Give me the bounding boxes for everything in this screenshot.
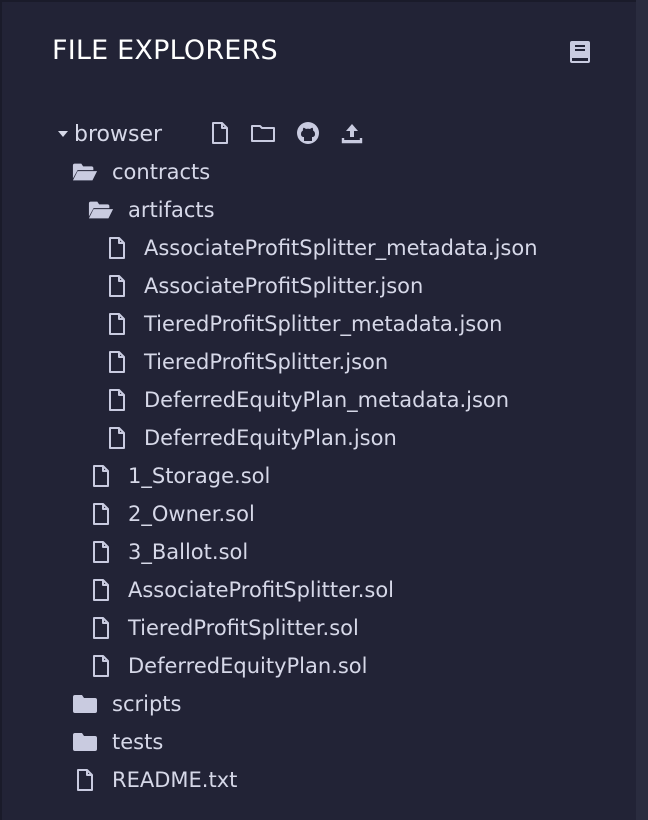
tree-item-label: tests	[112, 730, 164, 754]
tree-file[interactable]: 3_Ballot.sol	[88, 537, 248, 567]
tree-item-label: TieredProfitSplitter.json	[144, 350, 389, 374]
folder-icon	[72, 694, 98, 714]
new-folder-icon[interactable]	[250, 123, 276, 143]
tree-file[interactable]: DeferredEquityPlan.json	[104, 423, 397, 453]
tree-root-browser[interactable]: browser	[56, 119, 162, 149]
panel-title: FILE EXPLORERS	[52, 35, 278, 66]
tree-item-label: AssociateProfitSplitter_metadata.json	[144, 236, 538, 260]
tree-file[interactable]: 1_Storage.sol	[88, 461, 270, 491]
tree-folder[interactable]: contracts	[72, 157, 210, 187]
tree-item-label: AssociateProfitSplitter.sol	[128, 578, 394, 602]
file-icon	[104, 236, 130, 260]
tree-item-label: contracts	[112, 160, 211, 184]
tree-file[interactable]: TieredProfitSplitter.sol	[88, 613, 359, 643]
tree-item-label: DeferredEquityPlan.json	[144, 426, 397, 450]
file-icon	[88, 464, 114, 488]
tree-file[interactable]: DeferredEquityPlan.sol	[88, 651, 367, 681]
tree-file[interactable]: README.txt	[72, 765, 237, 795]
tree-file[interactable]: AssociateProfitSplitter_metadata.json	[104, 233, 538, 263]
file-icon	[88, 578, 114, 602]
tree-item-label: TieredProfitSplitter_metadata.json	[144, 312, 503, 336]
new-file-icon[interactable]	[210, 121, 230, 145]
file-icon	[88, 540, 114, 564]
upload-icon[interactable]	[340, 121, 364, 145]
file-icon	[88, 616, 114, 640]
file-icon	[104, 312, 130, 336]
tree-item-label: AssociateProfitSplitter.json	[144, 274, 424, 298]
file-icon	[88, 502, 114, 526]
file-explorer-panel: FILE EXPLORERS browser contracts artifac…	[0, 0, 636, 820]
tree-folder[interactable]: tests	[72, 727, 163, 757]
tree-item-label: artifacts	[128, 198, 215, 222]
tree-item-label: 2_Owner.sol	[128, 502, 255, 526]
tree-root-label: browser	[74, 121, 163, 147]
book-icon[interactable]	[568, 40, 592, 66]
folder-open-icon	[72, 162, 98, 182]
caret-down-icon[interactable]	[56, 127, 70, 141]
github-icon[interactable]	[296, 121, 320, 145]
panel-divider[interactable]	[636, 0, 648, 820]
tree-file[interactable]: TieredProfitSplitter_metadata.json	[104, 309, 502, 339]
tree-file[interactable]: DeferredEquityPlan_metadata.json	[104, 385, 509, 415]
tree-folder[interactable]: artifacts	[88, 195, 215, 225]
tree-item-label: scripts	[112, 692, 182, 716]
tree-item-label: DeferredEquityPlan_metadata.json	[144, 388, 510, 412]
tree-file[interactable]: AssociateProfitSplitter.json	[104, 271, 423, 301]
folder-open-icon	[88, 200, 114, 220]
folder-icon	[72, 732, 98, 752]
file-icon	[104, 388, 130, 412]
tree-item-label: README.txt	[112, 768, 238, 792]
tree-file[interactable]: TieredProfitSplitter.json	[104, 347, 388, 377]
tree-file[interactable]: AssociateProfitSplitter.sol	[88, 575, 394, 605]
file-icon	[88, 654, 114, 678]
tree-file[interactable]: 2_Owner.sol	[88, 499, 255, 529]
file-icon	[104, 426, 130, 450]
tree-item-label: 3_Ballot.sol	[128, 540, 249, 564]
tree-item-label: 1_Storage.sol	[128, 464, 271, 488]
file-icon	[72, 768, 98, 792]
file-icon	[104, 274, 130, 298]
tree-item-label: TieredProfitSplitter.sol	[128, 616, 359, 640]
tree-folder[interactable]: scripts	[72, 689, 181, 719]
file-icon	[104, 350, 130, 374]
tree-item-label: DeferredEquityPlan.sol	[128, 654, 368, 678]
